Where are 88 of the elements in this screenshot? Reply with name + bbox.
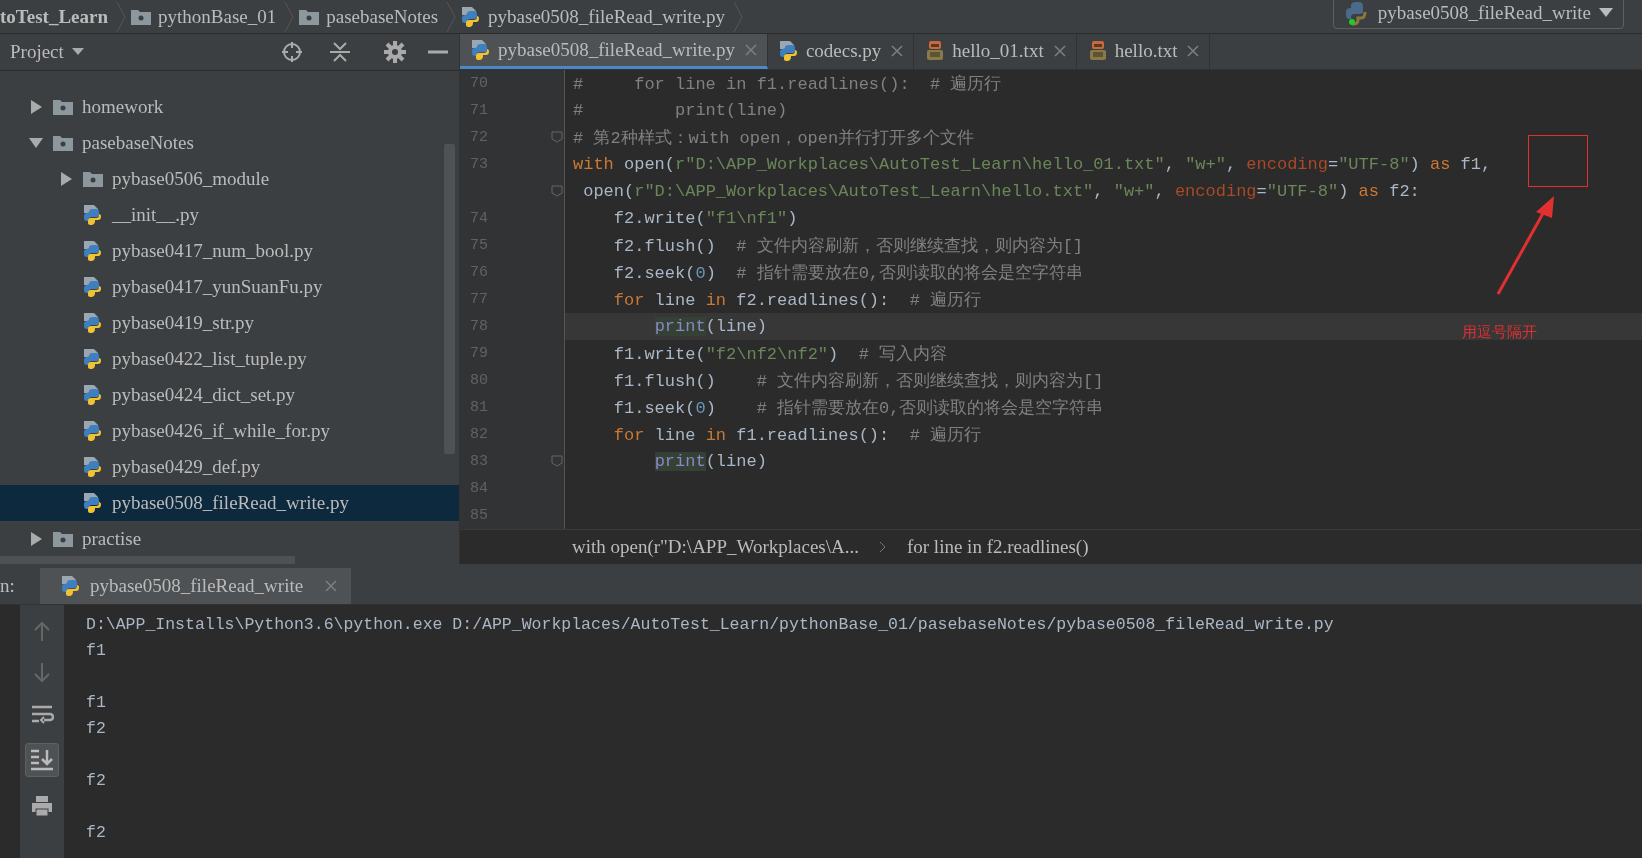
python-file-icon (82, 204, 104, 226)
project-view-title[interactable]: Project (10, 41, 64, 63)
python-file-icon (82, 456, 104, 478)
code-line: for line in f1.readlines(): # 遍历行 (612, 424, 982, 446)
tree-item[interactable]: practise (0, 521, 459, 557)
console-output-line: f1 (86, 641, 107, 662)
console-output-line: f2 (86, 771, 107, 792)
chevron-icon (878, 540, 887, 553)
editor-tab[interactable]: hello.txt (1076, 34, 1211, 69)
folder-icon (52, 530, 74, 548)
code-line: # print(line) (572, 100, 788, 120)
tree-item[interactable]: pybase0417_yunSuanFu.py (0, 269, 459, 305)
python-file-icon (777, 40, 800, 63)
python-file-icon (82, 348, 104, 370)
code-line: open(r"D:\APP_Workplaces\AutoTest_Learn\hello.txt", "w+", encoding="UTF-8") as f2: (582, 181, 1420, 201)
editor-tab[interactable]: pybase0508_fileRead_write.py (460, 34, 768, 69)
folder-icon (52, 98, 74, 116)
run-config-dropdown[interactable]: pybase0508_fileRead_write (1332, 0, 1624, 29)
tree-item[interactable]: pybase0419_str.py (0, 305, 459, 341)
folder-icon (82, 170, 104, 188)
folder-icon (52, 134, 74, 152)
expand-arrow-icon[interactable] (28, 531, 44, 547)
tree-item[interactable]: pybase0506_module (0, 161, 459, 197)
run-label: n: (0, 575, 16, 597)
fold-marker-icon[interactable] (551, 131, 563, 143)
scroll-to-end-button[interactable] (25, 743, 59, 777)
editor-tab[interactable]: codecs.py (767, 34, 915, 69)
python-file-icon (470, 38, 492, 61)
settings-icon[interactable] (383, 40, 407, 64)
python-file-icon (82, 420, 104, 442)
caret-icon (1599, 7, 1613, 18)
tree-item[interactable]: pybase0426_if_while_for.py (0, 413, 459, 449)
tree-item[interactable]: __init__.py (0, 197, 459, 233)
code-line: print(line) (653, 451, 767, 471)
code-line: f2.write("f1\nf1") (612, 208, 798, 228)
breadcrumb-item[interactable]: toTest_Learn (0, 5, 117, 28)
console-output-line: f2 (86, 823, 107, 844)
caret-icon[interactable] (71, 48, 84, 56)
code-breadcrumb[interactable]: for line in f2.readlines() (906, 535, 1089, 558)
breadcrumb-item[interactable]: pasebaseNotes (294, 5, 447, 28)
code-line: for line in f2.readlines(): # 遍历行 (612, 289, 982, 311)
expand-arrow-icon[interactable] (58, 171, 74, 187)
code-line: print(line) (653, 316, 767, 336)
python-file-icon (82, 384, 104, 406)
code-line: f1.write("f2\nf2\nf2") # 写入内容 (612, 343, 948, 365)
close-icon[interactable] (1053, 45, 1066, 58)
code-line: f1.seek(0) # 指针需要放在0,否则读取的将会是空字符串 (612, 397, 1104, 419)
python-file-icon (82, 312, 104, 334)
python-file-icon (82, 240, 104, 262)
python-file-icon (82, 276, 104, 298)
crosshair-icon[interactable] (281, 41, 303, 63)
collapse-all-icon[interactable] (329, 41, 351, 63)
chevron-icon (284, 1, 295, 32)
annotation-text: 用逗号隔开 (1462, 323, 1537, 342)
fold-marker-icon[interactable] (551, 185, 563, 197)
code-line: # for line in f1.readlines(): # 遍历行 (572, 73, 1002, 95)
code-line: # 第2种样式：with open，open并行打开多个文件 (572, 127, 975, 149)
tree-item[interactable]: pybase0429_def.py (0, 449, 459, 485)
folder-icon (130, 7, 153, 26)
breadcrumb-item[interactable]: pybase0508_fileRead_write.py (456, 5, 733, 28)
python-file-icon (60, 575, 82, 597)
chevron-icon (446, 1, 457, 32)
tree-item[interactable]: pasebaseNotes (0, 125, 459, 161)
tree-item[interactable]: pybase0422_list_tuple.py (0, 341, 459, 377)
run-tab[interactable]: pybase0508_fileRead_write (40, 568, 352, 604)
code-line: with open(r"D:\APP_Workplaces\AutoTest_Learn\hello_01.txt", "w+", encoding="UTF-8") as f1, (572, 154, 1492, 174)
code-line: f1.flush() # 文件内容刷新，否则继续查找，则内容为[] (612, 370, 1104, 392)
tree-item[interactable]: pybase0417_num_bool.py (0, 233, 459, 269)
code-line: f2.flush() # 文件内容刷新，否则继续查找，则内容为[] (612, 235, 1084, 257)
highlight-rectangle (1528, 135, 1588, 187)
code-line: f2.seek(0) # 指针需要放在0,否则读取的将会是空字符串 (612, 262, 1084, 284)
folder-icon (298, 7, 321, 26)
tree-item[interactable]: pybase0508_fileRead_write.py (0, 485, 459, 521)
code-breadcrumb[interactable]: with open(r"D:\APP_Workplaces\A... (572, 535, 859, 558)
close-icon[interactable] (1187, 45, 1200, 58)
console-output-line: D:\APP_Installs\Python3.6\python.exe D:/APP_Workplaces/AutoTest_Learn/pythonBase_01/pasebaseNotes/pybase0508_fileRead_write.py (86, 615, 1334, 636)
python-file-icon (82, 492, 104, 514)
chevron-icon (116, 1, 127, 32)
editor-tab[interactable]: hello_01.txt (914, 34, 1077, 69)
console-output-line: f2 (86, 719, 107, 740)
chevron-icon (733, 1, 743, 32)
tree-item[interactable]: pybase0424_dict_set.py (0, 377, 459, 413)
console-output-line: f1 (86, 693, 107, 714)
tree-item[interactable]: homework (0, 89, 459, 125)
expand-arrow-icon[interactable] (28, 99, 44, 115)
fold-marker-icon[interactable] (551, 455, 563, 467)
close-icon[interactable] (891, 45, 904, 58)
breadcrumb-item[interactable]: pythonBase_01 (126, 5, 285, 28)
